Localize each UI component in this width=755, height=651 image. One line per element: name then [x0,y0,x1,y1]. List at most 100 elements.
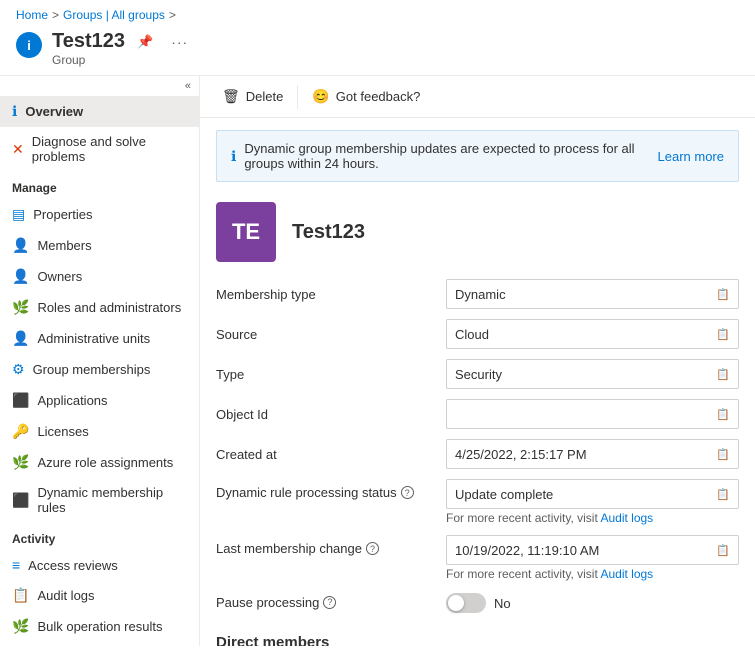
diagnose-icon: ✕ [12,141,24,158]
admin-units-icon: 👤 [12,330,29,347]
page-title: Test123 [52,30,125,53]
prop-value-membership-type: Dynamic [455,287,716,302]
sidebar-item-owners[interactable]: 👤 Owners [0,261,199,292]
audit-logs-icon: 📋 [12,587,29,604]
group-avatar: TE [216,202,276,262]
last-membership-sub-note: For more recent activity, visit Audit lo… [446,567,739,581]
copy-membership-type-icon[interactable]: 📋 [716,288,730,301]
prop-label-type: Type [216,367,446,382]
more-button[interactable]: ··· [165,32,194,52]
direct-members-title: Direct members [216,626,739,646]
prop-value-dynamic-status: Update complete [455,487,716,502]
sidebar-item-overview[interactable]: ℹ Overview [0,96,199,127]
prop-row-type: Type Security 📋 [216,354,739,394]
pause-value: No [494,596,511,611]
main-layout: « ℹ Overview ✕ Diagnose and solve proble… [0,75,755,646]
info-banner-icon: ℹ [231,148,236,165]
prop-row-source: Source Cloud 📋 [216,314,739,354]
copy-object-id-icon[interactable]: 📋 [716,408,730,421]
toolbar: 🗑 Delete 😊 Got feedback? [200,76,755,118]
properties-section: Membership type Dynamic 📋 Source Cloud 📋 [200,270,755,622]
info-circle-dynamic-status[interactable]: ? [401,486,414,499]
overview-label: Overview [25,104,83,119]
activity-section-label: Activity [0,522,199,550]
sidebar-collapse[interactable]: « [0,76,199,96]
copy-source-icon[interactable]: 📋 [716,328,730,341]
feedback-button[interactable]: 😊 Got feedback? [302,82,430,111]
delete-button[interactable]: 🗑 Delete [212,82,293,111]
roles-label: Roles and administrators [37,300,181,315]
feedback-label: Got feedback? [336,89,421,104]
admin-units-label: Administrative units [37,331,150,346]
sidebar-item-access-reviews[interactable]: ≡ Access reviews [0,550,199,580]
sidebar-item-licenses[interactable]: 🔑 Licenses [0,416,199,447]
last-membership-audit-link[interactable]: Audit logs [600,567,653,581]
info-circle-pause[interactable]: ? [323,596,336,609]
owners-icon: 👤 [12,268,29,285]
direct-members-section: Direct members 🌐 687 Total 👥 687 User(s)… [200,622,755,646]
prop-value-created-at: 4/25/2022, 2:15:17 PM [455,447,716,462]
prop-label-created-at: Created at [216,447,446,462]
members-icon: 👤 [12,237,29,254]
sidebar-item-roles-admins[interactable]: 🌿 Roles and administrators [0,292,199,323]
sidebar-item-applications[interactable]: ⬛ Applications [0,385,199,416]
prop-row-created-at: Created at 4/25/2022, 2:15:17 PM 📋 [216,434,739,474]
applications-label: Applications [37,393,107,408]
prop-label-pause-processing: Pause processing ? [216,595,446,610]
sidebar-item-members[interactable]: 👤 Members [0,230,199,261]
copy-type-icon[interactable]: 📋 [716,368,730,381]
access-reviews-icon: ≡ [12,557,20,573]
delete-label: Delete [246,89,284,104]
sidebar-item-admin-units[interactable]: 👤 Administrative units [0,323,199,354]
sidebar-item-azure-role[interactable]: 🌿 Azure role assignments [0,447,199,478]
breadcrumb: Home > Groups | All groups > [0,0,755,30]
prop-row-object-id: Object Id 📋 [216,394,739,434]
sidebar-item-diagnose[interactable]: ✕ Diagnose and solve problems [0,127,199,171]
pin-button[interactable]: 📌 [133,32,157,52]
properties-label: Properties [33,207,92,222]
dynamic-status-audit-link[interactable]: Audit logs [600,511,653,525]
delete-icon: 🗑 [222,88,240,105]
access-reviews-label: Access reviews [28,558,118,573]
info-banner-text: Dynamic group membership updates are exp… [244,141,649,171]
info-banner-link[interactable]: Learn more [658,149,724,164]
copy-last-membership-icon[interactable]: 📋 [716,544,730,557]
breadcrumb-home[interactable]: Home [16,8,48,22]
sidebar-item-group-memberships[interactable]: ⚙ Group memberships [0,354,199,385]
breadcrumb-sep1: > [52,8,59,22]
sidebar: « ℹ Overview ✕ Diagnose and solve proble… [0,76,200,646]
feedback-icon: 😊 [312,88,329,105]
dynamic-rules-icon: ⬛ [12,492,29,509]
bulk-ops-icon: 🌿 [12,618,29,635]
sidebar-item-dynamic-rules[interactable]: ⬛ Dynamic membership rules [0,478,199,522]
page-subtitle: Group [52,53,194,67]
sidebar-item-properties[interactable]: ▤ Properties [0,199,199,230]
page-header-text: Test123 📌 ··· Group [52,30,194,67]
sidebar-item-bulk-ops[interactable]: 🌿 Bulk operation results [0,611,199,642]
sidebar-item-audit-logs[interactable]: 📋 Audit logs [0,580,199,611]
prop-row-pause-processing: Pause processing ? No [216,586,739,618]
group-memberships-icon: ⚙ [12,361,25,378]
breadcrumb-sep2: > [169,8,176,22]
azure-role-icon: 🌿 [12,454,29,471]
prop-row-membership-type: Membership type Dynamic 📋 [216,274,739,314]
prop-row-dynamic-status: Dynamic rule processing status ? Update … [216,474,739,530]
prop-label-last-membership: Last membership change ? [216,535,446,556]
manage-section-label: Manage [0,171,199,199]
content-area: 🗑 Delete 😊 Got feedback? ℹ Dynamic group… [200,76,755,646]
copy-created-at-icon[interactable]: 📋 [716,448,730,461]
properties-icon: ▤ [12,206,25,223]
group-header: TE Test123 [200,190,755,270]
troubleshoot-section-label: Troubleshooting + Support [0,642,199,646]
applications-icon: ⬛ [12,392,29,409]
breadcrumb-groups[interactable]: Groups | All groups [63,8,165,22]
dynamic-status-sub-note: For more recent activity, visit Audit lo… [446,511,739,525]
info-circle-last-membership[interactable]: ? [366,542,379,555]
prop-label-dynamic-status: Dynamic rule processing status ? [216,479,446,500]
audit-logs-label: Audit logs [37,588,94,603]
copy-dynamic-status-icon[interactable]: 📋 [716,488,730,501]
roles-icon: 🌿 [12,299,29,316]
pause-toggle-thumb [448,595,464,611]
page-header: i Test123 📌 ··· Group [0,30,755,75]
pause-toggle[interactable] [446,593,486,613]
